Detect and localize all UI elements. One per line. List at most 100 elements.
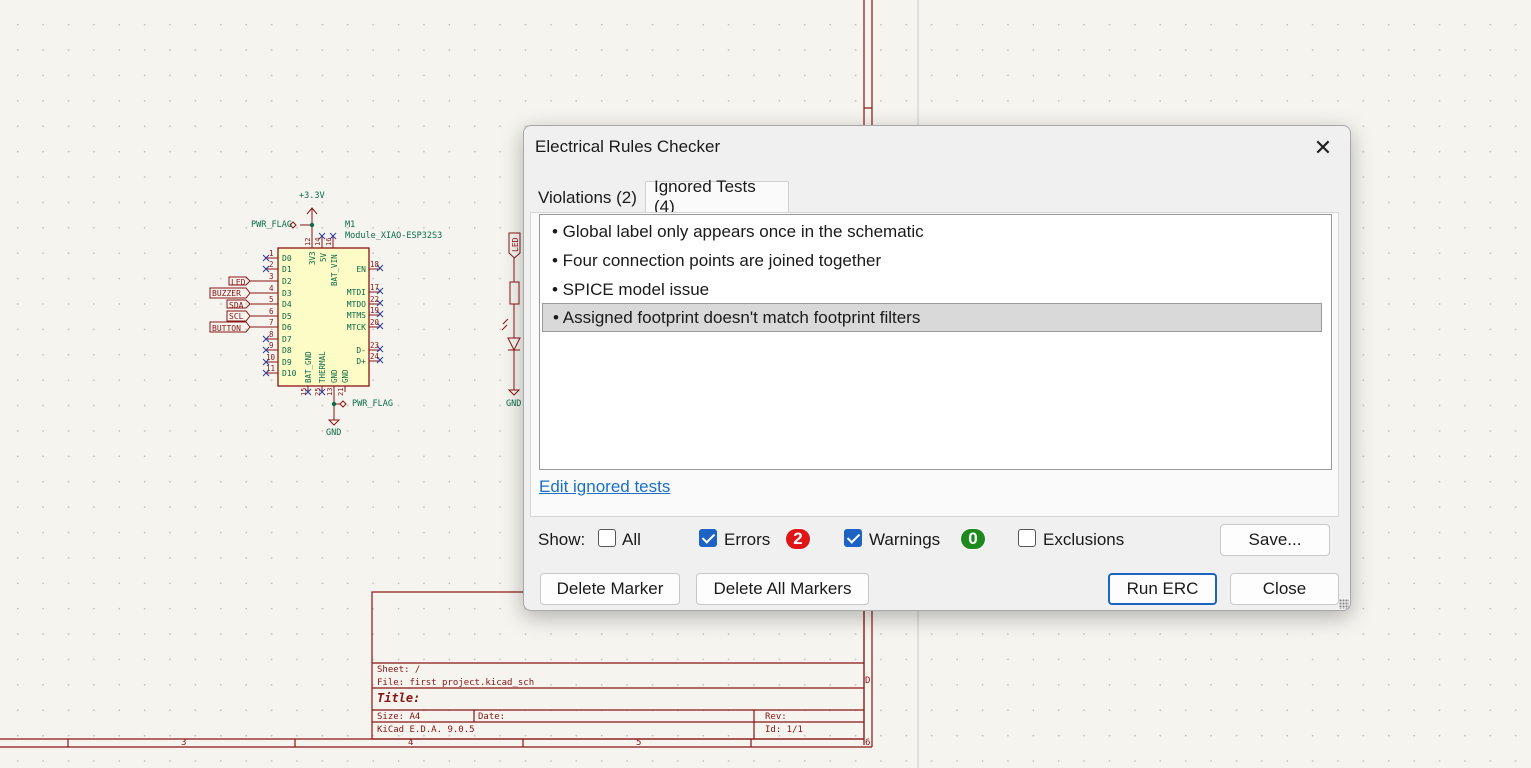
title-block-id: Id: 1/1	[765, 725, 803, 735]
pin-number: 22	[370, 295, 379, 304]
pin-number: 12	[304, 238, 312, 246]
pin-number: 11	[266, 364, 275, 373]
pin-name: GND	[330, 369, 339, 383]
pin-number: 5	[269, 295, 274, 304]
warnings-label: Warnings	[869, 530, 941, 549]
dialog-title: Electrical Rules Checker	[535, 137, 721, 156]
pin-number: 24	[370, 352, 380, 361]
edit-ignored-tests-link[interactable]: Edit ignored tests	[539, 477, 670, 497]
exclusions-label: Exclusions	[1043, 530, 1125, 549]
border-letter: D	[865, 676, 870, 686]
pwr-flag-top: PWR_FLAG	[251, 220, 292, 230]
title-block-tool: KiCad E.D.A. 9.0.5	[377, 725, 475, 735]
component-value: Module_XIAO-ESP32S3	[345, 231, 442, 241]
pin-name: D6	[282, 323, 292, 332]
delete-marker-button[interactable]: Delete Marker	[540, 573, 680, 605]
title-block-file: File: first project.kicad_sch	[377, 678, 534, 688]
title-block-sheet: Sheet: /	[377, 665, 420, 675]
list-item[interactable]: • Four connection points are joined toge…	[542, 247, 1322, 274]
pin-number: 2	[269, 260, 274, 269]
pin-number: 16	[325, 238, 333, 246]
tab-violations[interactable]: Violations (2)	[530, 183, 646, 212]
run-erc-button[interactable]: Run ERC	[1108, 573, 1217, 605]
pin-name: D4	[282, 300, 292, 309]
pin-number: 1	[269, 249, 274, 258]
pin-name: D1	[282, 265, 292, 274]
pin-number: 8	[269, 330, 274, 339]
net-label: LED	[231, 278, 246, 287]
list-item[interactable]: • Global label only appears once in the …	[542, 218, 1322, 245]
warnings-checkbox[interactable]	[844, 529, 862, 547]
resize-grip-icon[interactable]	[1339, 599, 1349, 609]
show-label: Show:	[538, 530, 586, 549]
ignored-tests-panel: • Global label only appears once in the …	[530, 212, 1339, 517]
pin-name: EN	[356, 265, 366, 274]
pin-number: 15	[300, 388, 308, 396]
title-block-title: Title:	[377, 691, 420, 705]
close-button[interactable]: Close	[1230, 573, 1339, 605]
net-label: SDA	[229, 301, 244, 310]
close-icon[interactable]: ✕	[1310, 135, 1336, 161]
pin-name: D9	[282, 358, 292, 367]
pin-name: D+	[356, 357, 366, 366]
tab-ignored-tests[interactable]: Ignored Tests (4)	[645, 177, 789, 216]
pin-number: 6	[269, 307, 274, 316]
pin-number: 23	[370, 341, 379, 350]
pin-name: D-	[356, 346, 366, 355]
pin-name: D2	[282, 277, 292, 286]
border-number: 3	[181, 738, 186, 748]
pin-number: 9	[269, 341, 274, 350]
gnd-label: GND	[326, 428, 341, 438]
pin-number: 4	[269, 284, 274, 293]
net-label: BUTTON	[212, 324, 241, 333]
pin-number: 10	[266, 353, 276, 362]
pin-name: 5V	[319, 252, 328, 262]
pin-name: D10	[282, 369, 297, 378]
pin-name: GND	[341, 369, 350, 383]
list-item[interactable]: • SPICE model issue	[542, 276, 1322, 303]
save-button[interactable]: Save...	[1220, 524, 1330, 556]
led-label: LED	[511, 237, 520, 252]
border-number: 4	[408, 738, 413, 748]
title-block-size: Size: A4	[377, 712, 420, 722]
led-branch[interactable]	[501, 232, 521, 396]
pin-number: 18	[370, 260, 380, 269]
pin-name: 3V3	[308, 251, 317, 265]
pin-number: 14	[314, 238, 322, 246]
pwr-flag-bottom: PWR_FLAG	[352, 399, 393, 409]
errors-count-badge: 2	[785, 528, 811, 550]
errors-checkbox[interactable]	[699, 529, 717, 547]
pin-name: MTDI	[347, 288, 366, 297]
gnd-label-led: GND	[506, 399, 521, 409]
pin-number: 17	[370, 283, 379, 292]
all-checkbox[interactable]	[598, 529, 616, 547]
ignored-tests-list[interactable]: • Global label only appears once in the …	[539, 214, 1332, 470]
list-item-selected[interactable]: • Assigned footprint doesn't match footp…	[542, 303, 1322, 332]
pin-number: 20	[370, 318, 380, 327]
exclusions-checkbox[interactable]	[1018, 529, 1036, 547]
pin-name: BAT_GND	[304, 351, 313, 383]
pin-number: 25	[314, 388, 322, 396]
border-number: 6	[865, 738, 870, 748]
delete-all-markers-button[interactable]: Delete All Markers	[696, 573, 869, 605]
pin-number: 13	[326, 388, 334, 396]
pin-number: 7	[269, 318, 274, 327]
title-block-date: Date:	[478, 712, 505, 722]
pin-name: D8	[282, 346, 292, 355]
pin-name: MTCK	[347, 323, 366, 332]
pin-name: D3	[282, 289, 292, 298]
net-label: SCL	[229, 312, 244, 321]
pin-number: 21	[337, 388, 345, 396]
pin-name: D0	[282, 254, 292, 263]
warnings-count-badge: 0	[960, 528, 986, 550]
pin-name: MTMS	[347, 311, 366, 320]
net-label: BUZZER	[212, 289, 241, 298]
erc-dialog: Electrical Rules Checker ✕ Violations (2…	[523, 125, 1351, 611]
pin-name: D7	[282, 335, 292, 344]
ref-designator: M1	[345, 220, 355, 230]
pin-name: BAT_VIN	[330, 254, 339, 286]
pin-name: MTDO	[347, 300, 366, 309]
power-label: +3.3V	[299, 191, 325, 201]
errors-label: Errors	[724, 530, 771, 549]
pin-number: 19	[370, 306, 379, 315]
